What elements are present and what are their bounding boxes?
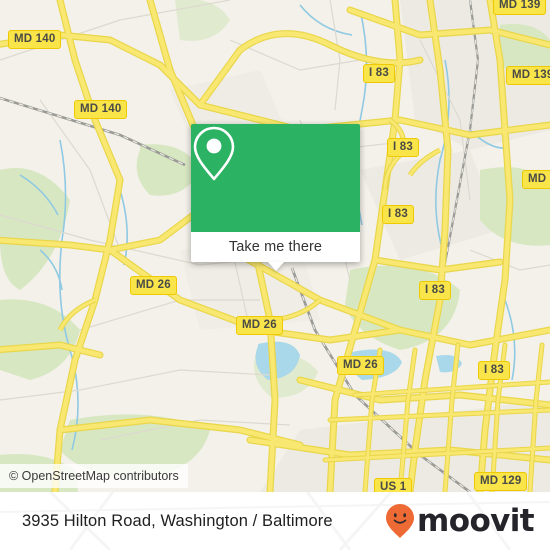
road-shield: I 83 (382, 205, 414, 224)
road-shield: MD 139 (506, 66, 550, 85)
take-me-there-button[interactable]: Take me there (191, 232, 360, 262)
moovit-logo[interactable]: moovit (385, 492, 535, 550)
road-shield: MD 26 (236, 316, 283, 335)
location-address-text: 3935 Hilton Road, Washington / Baltimore (22, 511, 333, 530)
footer-bar: 3935 Hilton Road, Washington / Baltimore… (0, 492, 550, 550)
moovit-map-screenshot: MD 140 MD 140 MD 139 I 83 MD 139 I 83 MD… (0, 0, 550, 550)
road-shield: MD 26 (337, 356, 384, 375)
road-shield: I 83 (387, 138, 419, 157)
road-shield: MD 26 (130, 276, 177, 295)
popup-image-area (191, 124, 360, 232)
road-shield: I 83 (419, 281, 451, 300)
location-popup-card[interactable]: Take me there (191, 124, 360, 271)
popup-tail (267, 262, 284, 271)
road-shield: I 83 (478, 361, 510, 380)
road-shield: US 1 (374, 478, 413, 492)
moovit-pin-smile-icon (385, 503, 415, 539)
moovit-wordmark: moovit (417, 502, 535, 539)
road-shield: MD 1 (522, 170, 550, 189)
map-canvas[interactable]: MD 140 MD 140 MD 139 I 83 MD 139 I 83 MD… (0, 0, 550, 492)
location-address: 3935 Hilton Road, Washington / Baltimore (22, 492, 333, 550)
osm-attribution-text: © OpenStreetMap contributors (9, 469, 179, 483)
road-shield: MD 140 (74, 100, 128, 119)
road-shield: I 83 (363, 64, 395, 83)
road-shield: MD 129 (474, 472, 528, 491)
take-me-there-label: Take me there (228, 239, 323, 255)
osm-attribution[interactable]: © OpenStreetMap contributors (0, 464, 188, 488)
road-shield: MD 140 (8, 30, 62, 49)
road-shield: MD 139 (493, 0, 547, 15)
